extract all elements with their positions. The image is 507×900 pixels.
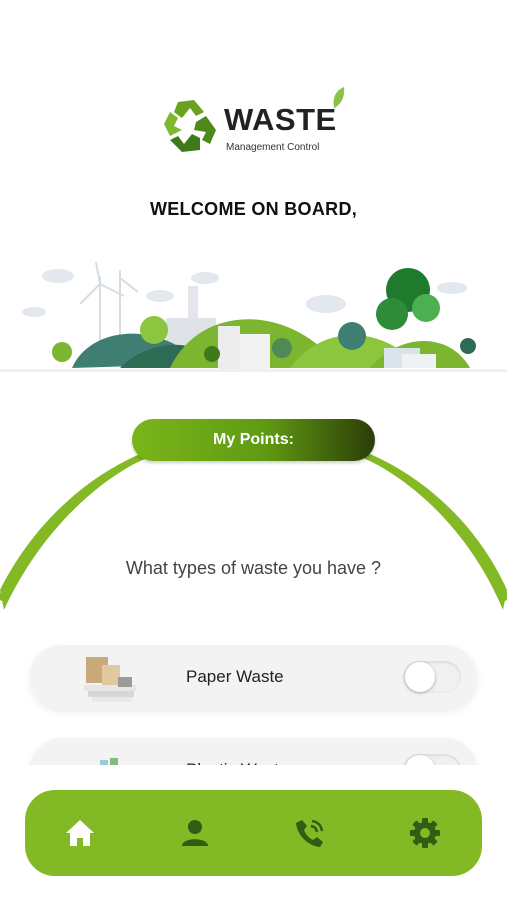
welcome-heading: WELCOME ON BOARD, [149, 199, 358, 219]
recycle-icon [164, 100, 216, 152]
decorative-arc [0, 447, 507, 610]
my-points-button[interactable]: My Points: [132, 419, 375, 461]
leaf-icon [333, 87, 345, 108]
settings-icon [410, 818, 440, 848]
nav-contact[interactable] [293, 816, 327, 850]
logo-subtitle: Management Control [226, 142, 320, 153]
waste-type-card[interactable]: Paper Waste [30, 645, 477, 709]
paper-waste-icon [84, 657, 136, 702]
paper-waste-toggle[interactable] [403, 661, 461, 693]
waste-question: What types of waste you have ? [125, 558, 382, 578]
logo-word: WASTE [224, 102, 337, 137]
toggle-knob [405, 662, 435, 692]
home-icon [66, 820, 94, 846]
phone-icon [296, 819, 324, 847]
city-nature-illustration [0, 261, 507, 372]
bottom-navigation [25, 790, 482, 876]
nav-profile[interactable] [178, 816, 212, 850]
nav-settings[interactable] [408, 816, 442, 850]
app-logo: WASTE Management Control [160, 86, 360, 158]
profile-icon [182, 820, 208, 846]
waste-type-label: Paper Waste [186, 667, 284, 686]
nav-home[interactable] [63, 816, 97, 850]
